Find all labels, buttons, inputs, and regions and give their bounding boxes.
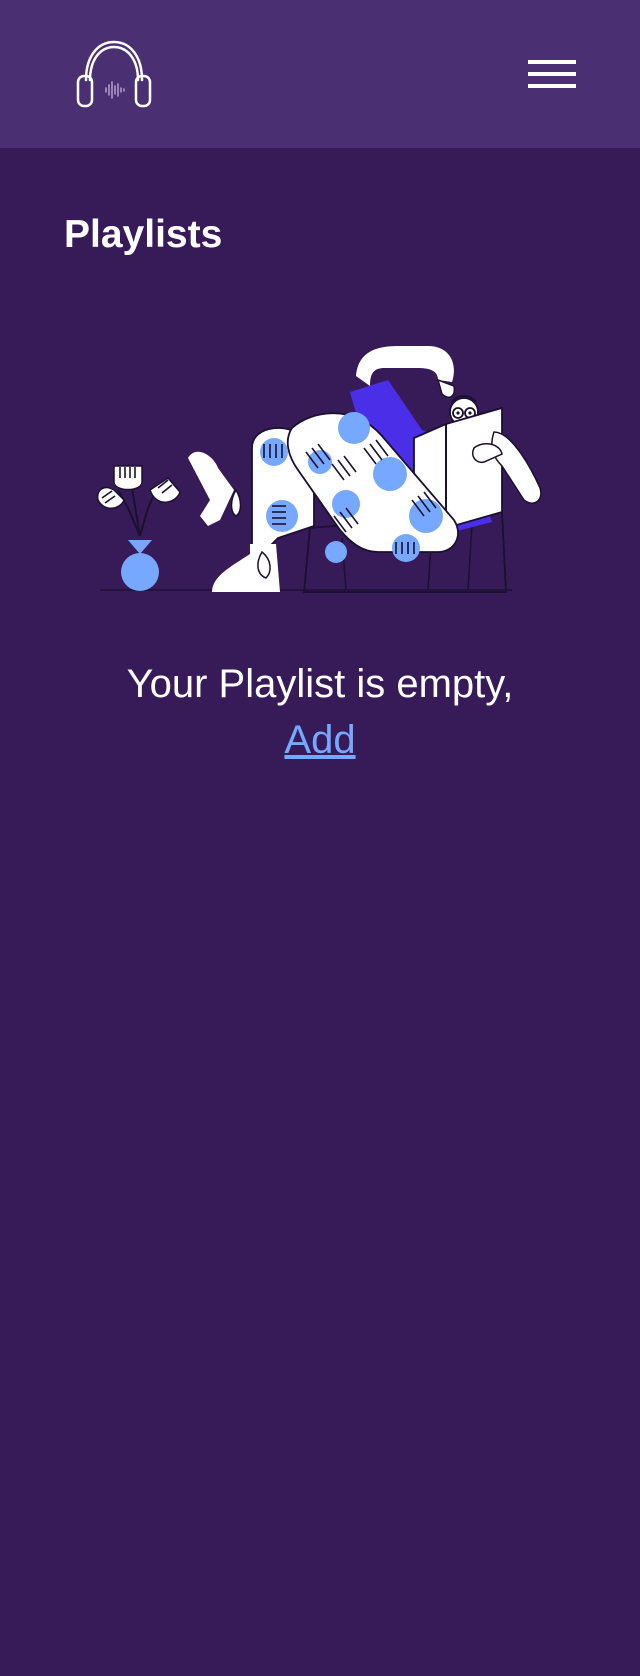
add-playlist-link[interactable]: Add	[284, 718, 355, 762]
page-title: Playlists	[64, 213, 223, 256]
empty-playlist-illustration	[92, 340, 552, 596]
menu-line	[528, 60, 576, 64]
menu-line	[528, 72, 576, 76]
hamburger-menu-icon[interactable]	[526, 56, 578, 90]
empty-message-text: Your Playlist is empty,	[126, 662, 514, 706]
app-header	[0, 0, 640, 148]
menu-line	[528, 84, 576, 88]
empty-playlist-message: Your Playlist is empty, Add	[0, 656, 640, 768]
headphones-icon[interactable]	[76, 38, 152, 110]
